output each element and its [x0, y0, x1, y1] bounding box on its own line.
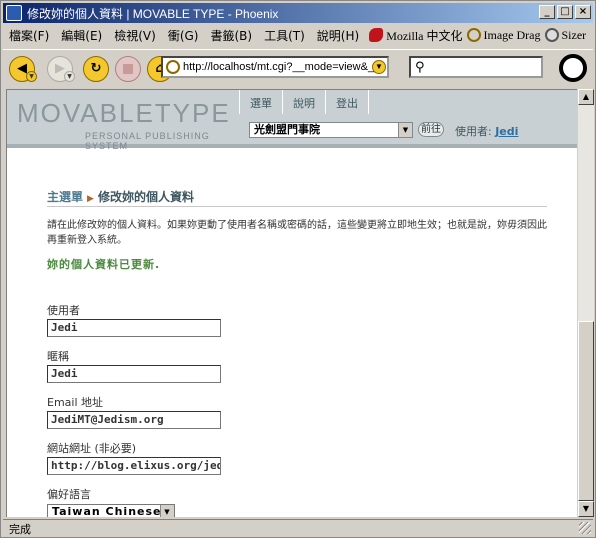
menu-bookmarks[interactable]: 書籤(B) — [204, 27, 258, 44]
mozilla-zh-button[interactable]: Mozilla 中文化 — [369, 27, 463, 44]
breadcrumb-separator-icon: ▶ — [87, 194, 94, 204]
close-button[interactable]: × — [575, 5, 591, 19]
success-message: 妳的個人資料已更新. — [47, 258, 161, 271]
back-dropdown-icon[interactable]: ▼ — [26, 70, 37, 82]
email-input[interactable]: JediMT@Jedism.org — [47, 411, 221, 429]
image-drag-button[interactable]: Image Drag — [466, 27, 541, 43]
browser-window: 修改妳的個人資料 | MOVABLE TYPE - Phoenix _ □ × … — [0, 0, 596, 538]
sizer-label: Sizer — [561, 27, 587, 42]
username-label: 使用者 — [47, 304, 80, 317]
mozilla-zh-label: Mozilla 中文化 — [386, 28, 463, 43]
user-indicator: 使用者: Jedi — [455, 123, 518, 139]
navigation-toolbar: ◀ ▼ ▶ ▼ ↻ ⌂ http://localhost/mt.cgi?__mo… — [3, 49, 593, 87]
vertical-scrollbar[interactable]: ▲ ▼ — [578, 89, 594, 517]
breadcrumb-current: 修改妳的個人資料 — [97, 190, 194, 204]
breadcrumb-home-link[interactable]: 主選單 — [47, 190, 83, 204]
window-title: 修改妳的個人資料 | MOVABLE TYPE - Phoenix — [27, 6, 279, 21]
forward-dropdown-icon[interactable]: ▼ — [64, 70, 75, 82]
phoenix-app-icon — [6, 5, 22, 21]
menu-go[interactable]: 衝(G) — [162, 27, 205, 44]
url-label: 網站網址 (非必要) — [47, 442, 137, 455]
page-icon — [166, 60, 180, 74]
nickname-label: 暱稱 — [47, 350, 69, 363]
intro-text: 請在此修改妳的個人資料。如果妳更動了使用者名稱或密碼的話，這些變更將立即地生效；… — [47, 220, 547, 246]
image-drag-label: Image Drag — [483, 27, 541, 42]
status-bar: 完成 — [3, 519, 593, 537]
mt-nav: 選單 說明 登出 — [239, 90, 369, 114]
resize-grip-icon[interactable] — [579, 522, 591, 534]
back-button[interactable]: ◀ ▼ — [9, 55, 37, 82]
nav-menu-link[interactable]: 選單 — [240, 90, 283, 114]
forward-button[interactable]: ▶ ▼ — [47, 55, 75, 82]
scroll-up-icon[interactable]: ▲ — [578, 89, 594, 105]
divider — [47, 206, 547, 207]
maximize-button[interactable]: □ — [557, 5, 573, 19]
title-bar[interactable]: 修改妳的個人資料 | MOVABLE TYPE - Phoenix _ □ × — [3, 3, 593, 23]
url-bar[interactable]: http://localhost/mt.cgi?__mode=view&_: ▼ — [161, 56, 389, 78]
language-select[interactable]: Taiwan Chinese ▼ — [47, 504, 175, 517]
reload-button[interactable]: ↻ — [83, 55, 109, 82]
url-dropdown-icon[interactable]: ▼ — [372, 60, 386, 74]
menu-view[interactable]: 檢視(V) — [108, 27, 162, 44]
user-link[interactable]: Jedi — [495, 125, 518, 138]
scrollbar-thumb[interactable] — [578, 321, 594, 501]
stop-button[interactable] — [115, 55, 141, 82]
url-input[interactable]: http://blog.elixus.org/jedi — [47, 457, 221, 475]
image-drag-icon — [466, 28, 481, 42]
page-content: MOVABLETYPE PERSONAL PUBLISHING SYSTEM 選… — [6, 89, 577, 517]
movabletype-logo: MOVABLETYPE PERSONAL PUBLISHING SYSTEM — [17, 98, 237, 151]
menu-help[interactable]: 說明(H) — [311, 27, 365, 44]
logo-subtitle: PERSONAL PUBLISHING SYSTEM — [85, 131, 210, 151]
chevron-down-icon: ▼ — [160, 505, 174, 517]
sizer-icon — [544, 28, 559, 42]
nav-help-link[interactable]: 說明 — [283, 90, 326, 114]
menu-tools[interactable]: 工具(T) — [258, 27, 311, 44]
blog-select-value: 光劍盟門事院 — [254, 123, 320, 136]
chevron-down-icon: ▼ — [398, 123, 412, 137]
throbber-icon — [559, 54, 587, 82]
logo-wordmark: MOVABLETYPE — [17, 98, 231, 128]
language-label: 偏好語言 — [47, 488, 91, 501]
search-icon: ⚲ — [415, 59, 425, 75]
nav-logout-link[interactable]: 登出 — [326, 90, 369, 114]
mt-header: MOVABLETYPE PERSONAL PUBLISHING SYSTEM 選… — [7, 90, 577, 151]
reload-icon: ↻ — [90, 61, 102, 76]
scroll-down-icon[interactable]: ▼ — [578, 501, 594, 517]
mozilla-icon — [369, 28, 384, 42]
search-field[interactable]: ⚲ — [409, 56, 543, 78]
menu-bar: 檔案(F) 編輯(E) 檢視(V) 衝(G) 書籤(B) 工具(T) 說明(H)… — [3, 25, 593, 45]
breadcrumb: 主選單 ▶ 修改妳的個人資料 — [47, 188, 194, 205]
go-button[interactable]: 前往 — [418, 122, 444, 137]
minimize-button[interactable]: _ — [539, 5, 555, 19]
blog-select[interactable]: 光劍盟門事院 ▼ — [249, 122, 413, 138]
email-label: Email 地址 — [47, 396, 104, 409]
stop-icon — [123, 63, 133, 74]
sizer-button[interactable]: Sizer — [544, 27, 587, 43]
nickname-input[interactable]: Jedi — [47, 365, 221, 383]
url-text: http://localhost/mt.cgi?__mode=view&_: — [183, 61, 378, 73]
username-input[interactable]: Jedi — [47, 319, 221, 337]
menu-edit[interactable]: 編輯(E) — [55, 27, 108, 44]
language-select-value: Taiwan Chinese — [52, 505, 162, 517]
menu-file[interactable]: 檔案(F) — [3, 27, 55, 44]
status-text: 完成 — [9, 522, 31, 536]
user-prefix: 使用者: — [455, 125, 492, 138]
